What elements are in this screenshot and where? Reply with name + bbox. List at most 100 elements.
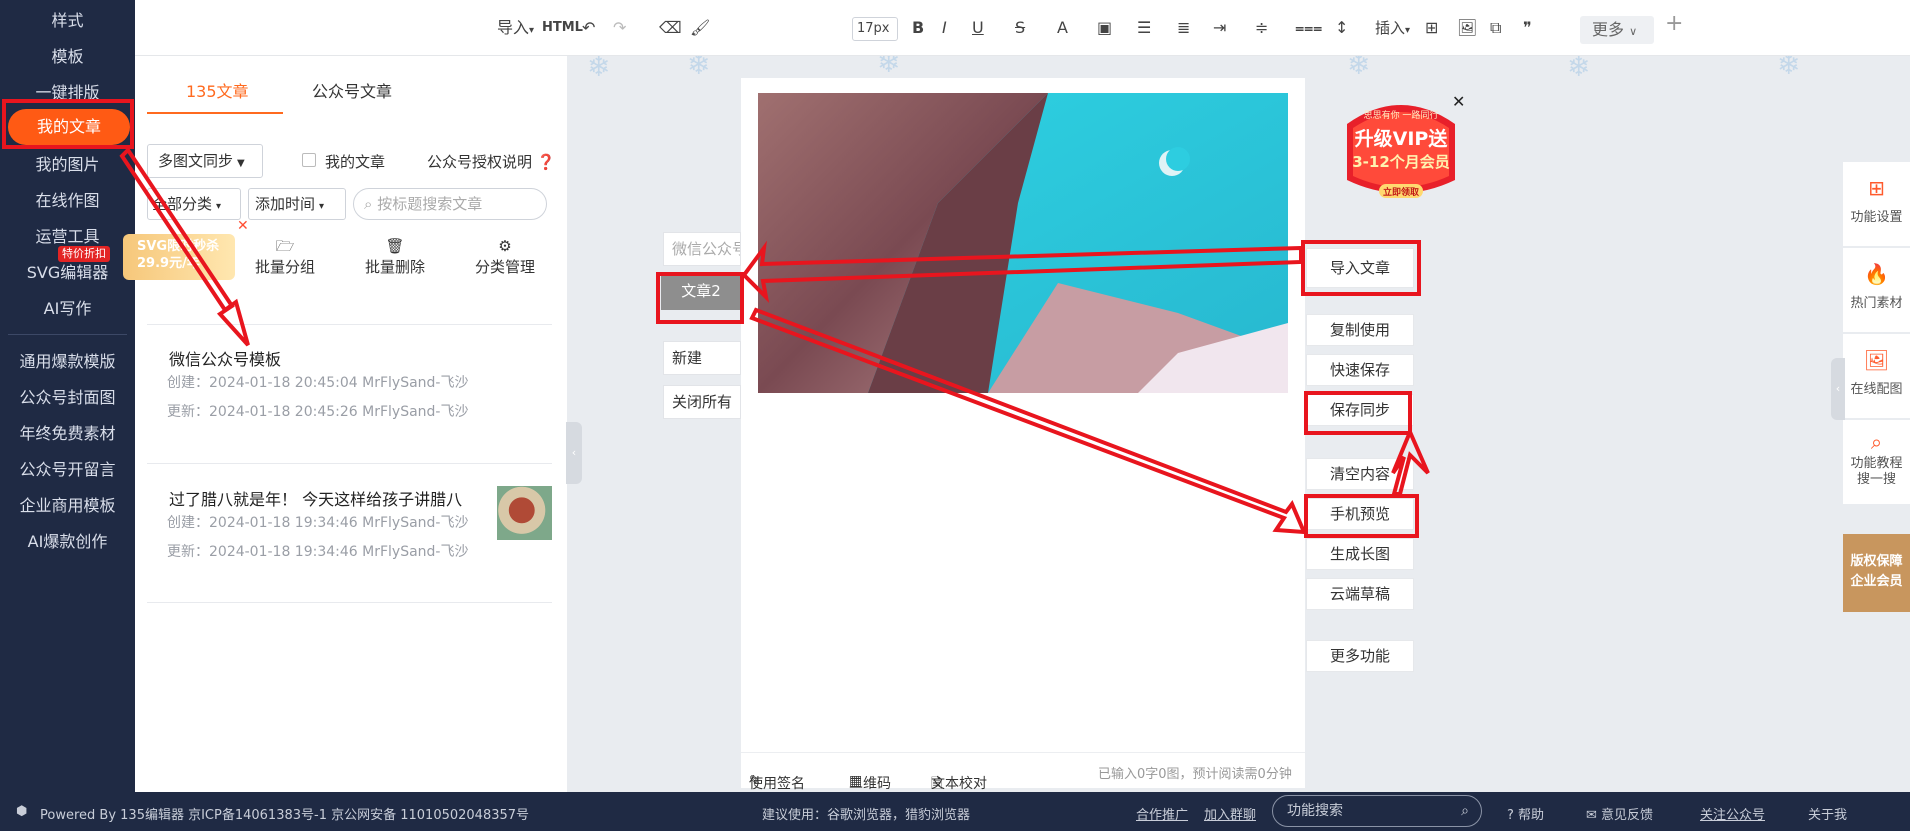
align-icon[interactable]: ☰ (1137, 17, 1151, 39)
eraser-icon[interactable]: ⌫ (659, 17, 682, 39)
list-icon[interactable]: ≣ (1177, 17, 1190, 39)
article-title[interactable]: 过了腊八就是年！ 今天这样给孩子讲腊八 (169, 486, 462, 510)
sidebar-item-ai-creation[interactable]: AI爆款创作 (0, 529, 135, 555)
batch-delete-label: 批量删除 (364, 258, 425, 276)
help-link[interactable]: ? 帮助 (1507, 804, 1544, 823)
letter-spacing-icon[interactable]: ⩶ (1295, 17, 1322, 39)
add-button[interactable]: + (1665, 13, 1683, 35)
close-all-button[interactable]: 关闭所有 (663, 385, 741, 419)
feature-search-input[interactable]: 功能搜索 ⌕ (1272, 795, 1482, 827)
more-functions-button[interactable]: 更多功能 (1306, 640, 1414, 672)
redo-icon[interactable]: ↷ (613, 17, 626, 39)
line-height-icon[interactable]: ↕ (1335, 17, 1348, 39)
sidebar-item-viral-templates[interactable]: 通用爆款模版 (0, 349, 135, 375)
svg-promo-ad[interactable]: SVG限时秒杀 29.9元/年 (123, 234, 235, 280)
article-title[interactable]: 微信公众号模板 (169, 346, 281, 370)
import-article-button[interactable]: 导入文章 (1306, 248, 1414, 288)
undo-icon[interactable]: ↶ (582, 17, 595, 39)
image-icon[interactable]: 🖼 (1457, 17, 1477, 39)
save-sync-button[interactable]: 保存同步 (1306, 394, 1414, 426)
feedback-link[interactable]: ✉ 意见反馈 (1586, 804, 1653, 823)
sidebar-item-online-design[interactable]: 在线作图 (0, 188, 135, 214)
copy-use-button[interactable]: 复制使用 (1306, 314, 1414, 346)
sidebar-item-open-comments[interactable]: 公众号开留言 (0, 457, 135, 483)
insert-menu[interactable]: 插入▾ (1375, 17, 1410, 42)
join-group-link[interactable]: 加入群聊 (1204, 804, 1256, 823)
article-image[interactable] (758, 93, 1288, 393)
my-articles-checkbox[interactable] (302, 153, 316, 167)
format-painter-icon[interactable]: 🖌 (690, 17, 710, 39)
promo-line1: SVG限时秒杀 (137, 239, 220, 254)
sidebar-item-style[interactable]: 样式 (0, 8, 135, 34)
more-button[interactable]: 更多 ∨ (1580, 16, 1654, 44)
indent-icon[interactable]: ⇥ (1213, 17, 1226, 39)
strikethrough-button[interactable]: S (1015, 17, 1025, 39)
font-color-button[interactable]: A (1057, 17, 1068, 39)
copyright-enterprise-badge[interactable]: 版权保障 企业会员 (1843, 534, 1910, 612)
help-label: 帮助 (1518, 808, 1545, 823)
batch-group-label: 批量分组 (254, 258, 315, 276)
sidebar-item-svg-editor[interactable]: SVG编辑器 (0, 260, 135, 286)
batch-group-button[interactable]: 🗁 批量分组 (245, 236, 325, 277)
document-page[interactable]: ✎ 使用签名 ▦ 二维码 🗎 文本校对 已输入0字0图，预计阅读需0分钟 (741, 78, 1305, 792)
mobile-preview-button[interactable]: 手机预览 (1306, 498, 1414, 530)
highlight-icon[interactable]: ▣ (1097, 17, 1112, 39)
generate-long-image-button[interactable]: 生成长图 (1306, 538, 1414, 570)
clear-content-button[interactable]: 清空内容 (1306, 458, 1414, 490)
quick-save-button[interactable]: 快速保存 (1306, 354, 1414, 386)
article-created: 创建：2024-01-18 19:34:46 MrFlySand-飞沙 (167, 515, 469, 531)
multi-sync-dropdown[interactable]: 多图文同步 ▼ (147, 144, 263, 178)
sidebar-item-template[interactable]: 模板 (0, 44, 135, 70)
tab-article-2[interactable]: 文章2 (661, 274, 741, 310)
article-search-input[interactable]: ⌕ 按标题搜索文章 (353, 188, 547, 220)
float-settings-button[interactable]: ⊞ 功能设置 (1843, 162, 1910, 246)
vip-claim-button[interactable]: 立即领取 (1379, 185, 1423, 198)
new-article-button[interactable]: 新建 (663, 341, 741, 375)
sidebar-item-one-click-layout[interactable]: 一键排版 (0, 80, 135, 106)
paragraph-spacing-icon[interactable]: ≑ (1255, 17, 1268, 39)
html-button[interactable]: HTML (542, 17, 583, 39)
sidebar-item-my-articles[interactable]: 我的文章 (8, 109, 130, 145)
close-icon[interactable]: ✕ (1452, 92, 1465, 111)
italic-button[interactable]: I (942, 17, 947, 39)
title-input[interactable]: 微信公众号 (663, 232, 741, 266)
float-panel-handle[interactable]: ‹ (1831, 358, 1845, 420)
partner-link[interactable]: 合作推广 (1136, 804, 1188, 823)
article-updated: 更新：2024-01-18 19:34:46 MrFlySand-飞沙 (167, 544, 469, 560)
import-menu[interactable]: 导入▾ (497, 17, 534, 42)
tab-wechat-articles[interactable]: 公众号文章 (312, 78, 392, 102)
snowflake-decoration: ❄ (1777, 56, 1801, 81)
close-icon[interactable]: ✕ (237, 218, 249, 234)
float-hot-materials-button[interactable]: 🔥 热门素材 (1843, 248, 1910, 332)
panel-collapse-handle[interactable]: ‹ (566, 422, 582, 484)
trash-icon: 🗑 (385, 237, 405, 255)
multi-sync-label: 多图文同步 (158, 152, 234, 170)
sidebar-item-free-materials[interactable]: 年终免费素材 (0, 421, 135, 447)
quote-icon[interactable]: ❞ (1523, 17, 1532, 39)
cloud-draft-button[interactable]: 云端草稿 (1306, 578, 1414, 610)
table-icon[interactable]: ⊞ (1425, 17, 1438, 39)
category-manage-label: 分类管理 (474, 258, 535, 276)
cube-icon: ⬢ (16, 804, 28, 819)
float-online-image-button[interactable]: 🖼 在线配图 (1843, 334, 1910, 418)
batch-delete-button[interactable]: 🗑 批量删除 (355, 236, 435, 277)
sidebar-item-ai-writing[interactable]: AI写作 (0, 296, 135, 322)
sidebar-item-business-templates[interactable]: 企业商用模板 (0, 493, 135, 519)
category-manage-button[interactable]: ⚙ 分类管理 (465, 236, 545, 277)
sort-select[interactable]: 添加时间 ▾ (248, 188, 346, 220)
vip-headline: 升级VIP送 (1354, 128, 1448, 150)
follow-account-link[interactable]: 关注公众号 (1700, 804, 1765, 823)
qrcode-label: 二维码 (849, 776, 891, 792)
float-tutorial-search-button[interactable]: ⌕ 功能教程 搜一搜 (1843, 420, 1910, 504)
category-select[interactable]: 全部分类 ▾ (147, 188, 241, 220)
underline-button[interactable]: U (972, 17, 984, 39)
auth-info-link[interactable]: 公众号授权说明 ❓ (427, 151, 555, 172)
sidebar-item-my-images[interactable]: 我的图片 (0, 152, 135, 178)
sidebar-item-cover-image[interactable]: 公众号封面图 (0, 385, 135, 411)
about-link[interactable]: 关于我 (1808, 804, 1847, 823)
bold-button[interactable]: B (912, 17, 924, 39)
tab-135-articles[interactable]: 135文章 (186, 78, 249, 102)
snowflake-decoration: ❄ (1347, 56, 1371, 81)
gallery-icon[interactable]: ⧉ (1490, 17, 1501, 39)
font-size-input[interactable]: 17px (852, 17, 898, 41)
